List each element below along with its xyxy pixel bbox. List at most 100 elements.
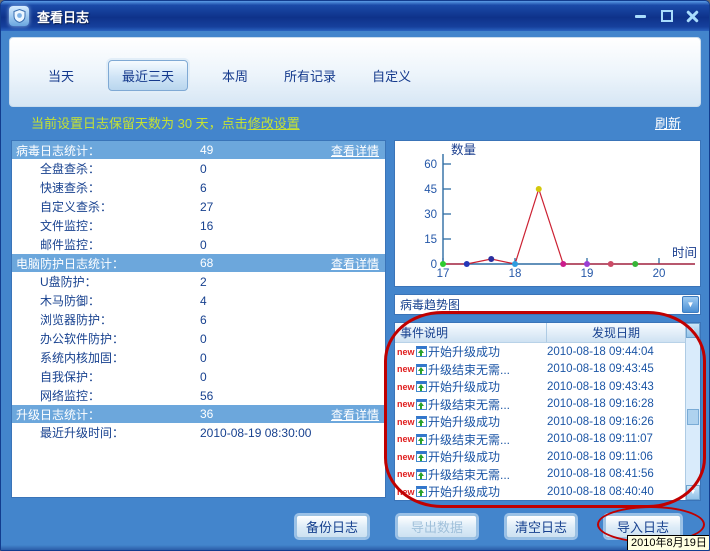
update-arrow-icon: [416, 363, 427, 375]
refresh-link[interactable]: 刷新: [655, 113, 681, 132]
update-arrow-icon: [416, 468, 427, 480]
stats-row: 浏览器防护： 6: [12, 310, 385, 329]
modify-settings-link[interactable]: 修改设置: [248, 116, 300, 131]
window-bottom-edge: [1, 545, 709, 550]
tab-item[interactable]: 当天: [46, 61, 76, 90]
button-row: 备份日志 导出数据 清空日志 导入日志: [296, 515, 681, 538]
event-label: 开始升级成功: [428, 345, 501, 360]
event-label: 开始升级成功: [428, 415, 501, 430]
stats-label: 全盘查杀：: [40, 162, 101, 176]
event-cell: new 开始升级成功: [395, 483, 547, 500]
stats-panel: 病毒日志统计： 49 查看详情 全盘查杀： 0 快速查杀： 6 自定义查杀： 27 文件监控： 16…: [11, 140, 386, 498]
trend-chart-svg: 01530456017 18 19 20数量时间: [424, 142, 697, 280]
view-details-link[interactable]: 查看详情: [331, 406, 379, 423]
retention-info: 当前设置日志保留天数为 30 天，点击修改设置: [31, 113, 300, 132]
tab-bar: 当天 最近三天 本周 所有记录 自定义: [46, 59, 413, 91]
tab-item[interactable]: 本周: [220, 61, 250, 90]
new-badge: new: [397, 381, 415, 392]
column-header-event: 事件说明: [395, 323, 547, 342]
view-details-link[interactable]: 查看详情: [331, 255, 379, 272]
date-tooltip: 2010年8月19日: [627, 535, 709, 550]
stats-value: 0: [200, 331, 207, 346]
clear-log-button[interactable]: 清空日志: [506, 515, 576, 538]
update-arrow-icon: [416, 346, 427, 358]
tab-item[interactable]: 最近三天: [108, 59, 189, 91]
table-row[interactable]: new 升级结束无需... 2010-08-18 09:16:28: [395, 396, 685, 414]
update-arrow-icon: [416, 451, 427, 463]
stats-row: 系统内核加固： 0: [12, 348, 385, 367]
stats-row: 最近升级时间： 2010-08-19 08:30:00: [12, 423, 385, 442]
stats-row: 木马防御： 4: [12, 291, 385, 310]
svg-text:数量: 数量: [451, 142, 476, 157]
stats-row: 文件监控： 16: [12, 216, 385, 235]
stats-row: 网络监控： 56: [12, 386, 385, 405]
stats-section-title: 病毒日志统计：: [16, 143, 101, 158]
event-label: 开始升级成功: [428, 380, 501, 395]
svg-text:19: 19: [581, 268, 594, 280]
table-row[interactable]: new 开始升级成功 2010-08-18 09:11:06: [395, 448, 685, 466]
table-row[interactable]: new 开始升级成功 2010-08-18 09:43:43: [395, 378, 685, 396]
new-badge: new: [397, 364, 415, 375]
stats-value: 56: [200, 388, 214, 403]
trend-type-dropdown[interactable]: 病毒趋势图 ▼: [394, 294, 701, 315]
new-badge: new: [397, 486, 415, 497]
stats-row: 全盘查杀： 0: [12, 159, 385, 178]
stats-value: 0: [200, 369, 207, 384]
new-badge: new: [397, 469, 415, 480]
date-cell: 2010-08-18 09:43:45: [547, 363, 654, 376]
event-cell: new 升级结束无需...: [395, 396, 547, 413]
minimize-icon[interactable]: [632, 8, 649, 24]
update-arrow-icon: [416, 433, 427, 445]
stats-label: 文件监控：: [40, 219, 101, 233]
stats-value: 2: [200, 274, 207, 289]
date-cell: 2010-08-18 09:11:07: [547, 433, 653, 446]
window-title: 查看日志: [37, 9, 90, 25]
update-arrow-icon: [416, 398, 427, 410]
stats-label: 邮件监控：: [40, 238, 101, 252]
log-viewer-window: 查看日志 当天 最近三天 本周 所有记录 自定义 当前设置日志保留天数为 30 天，点击…: [0, 0, 710, 551]
retention-text: 当前设置日志保留天数为 30 天，点击: [31, 116, 248, 131]
tab-panel: 当天 最近三天 本周 所有记录 自定义: [9, 37, 701, 107]
stats-section-header: 电脑防护日志统计： 68 查看详情: [12, 254, 385, 272]
event-label: 升级结束无需...: [428, 397, 511, 412]
table-row[interactable]: new 升级结束无需... 2010-08-18 09:11:07: [395, 431, 685, 449]
svg-text:20: 20: [653, 268, 666, 280]
scrollbar[interactable]: ▲ ▼: [685, 323, 700, 500]
tab-item[interactable]: 自定义: [370, 61, 413, 90]
new-badge: new: [397, 416, 415, 427]
backup-log-button[interactable]: 备份日志: [296, 515, 368, 538]
event-label: 开始升级成功: [428, 450, 501, 465]
close-icon[interactable]: [684, 8, 701, 24]
stats-label: 木马防御：: [40, 294, 101, 308]
svg-text:时间: 时间: [672, 246, 697, 260]
scroll-up-icon[interactable]: ▲: [686, 323, 700, 338]
table-row[interactable]: new 开始升级成功 2010-08-18 09:44:04: [395, 343, 685, 361]
chevron-down-icon[interactable]: ▼: [682, 296, 699, 313]
event-cell: new 升级结束无需...: [395, 466, 547, 483]
titlebar: 查看日志: [1, 1, 709, 31]
svg-text:30: 30: [424, 209, 437, 221]
new-badge: new: [397, 434, 415, 445]
export-data-button[interactable]: 导出数据: [397, 515, 477, 538]
view-details-link[interactable]: 查看详情: [331, 142, 379, 159]
tab-item[interactable]: 所有记录: [282, 61, 338, 90]
maximize-icon[interactable]: [658, 8, 675, 24]
table-row[interactable]: new 升级结束无需... 2010-08-18 08:41:56: [395, 466, 685, 484]
date-cell: 2010-08-18 08:41:56: [547, 468, 654, 481]
scroll-down-icon[interactable]: ▼: [686, 485, 700, 500]
column-header-date: 发现日期: [591, 326, 640, 340]
stats-label: 快速查杀：: [40, 181, 101, 195]
svg-text:45: 45: [424, 184, 437, 196]
event-label: 升级结束无需...: [428, 467, 511, 482]
event-cell: new 开始升级成功: [395, 378, 547, 395]
update-arrow-icon: [416, 486, 427, 498]
stats-section-header: 升级日志统计： 36 查看详情: [12, 405, 385, 423]
table-row[interactable]: new 开始升级成功 2010-08-18 08:40:40: [395, 483, 685, 500]
event-cell: new 开始升级成功: [395, 448, 547, 465]
table-row[interactable]: new 开始升级成功 2010-08-18 09:16:26: [395, 413, 685, 431]
table-row[interactable]: new 升级结束无需... 2010-08-18 09:43:45: [395, 361, 685, 379]
date-cell: 2010-08-18 09:44:04: [547, 345, 654, 358]
stats-section-total: 36: [200, 407, 214, 421]
scrollbar-thumb[interactable]: [687, 409, 699, 425]
event-cell: new 升级结束无需...: [395, 361, 547, 378]
